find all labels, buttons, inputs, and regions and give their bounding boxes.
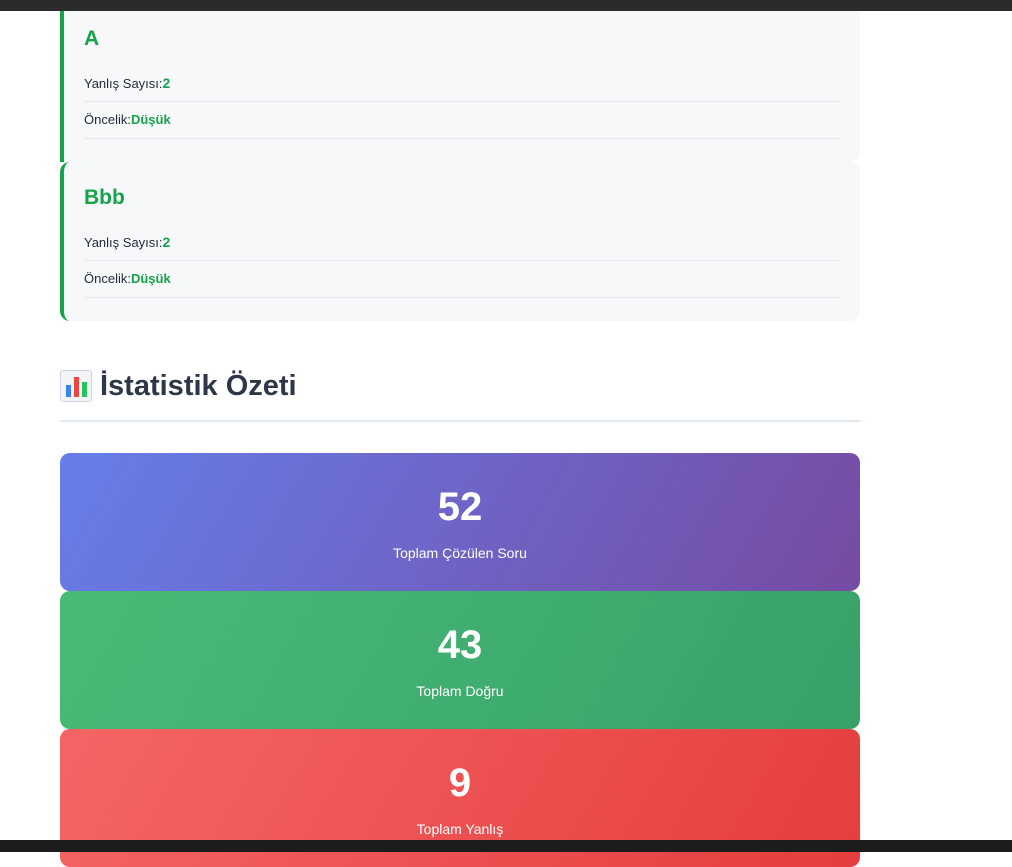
stat-label: Toplam Çözülen Soru (393, 545, 527, 561)
priority-row: Öncelik:Düşük (84, 261, 840, 298)
stat-card-total-solved: 52 Toplam Çözülen Soru (60, 453, 860, 591)
main-content: A Yanlış Sayısı:2 Öncelik:Düşük Bbb Yanl… (60, 11, 860, 867)
stat-value: 9 (448, 761, 472, 805)
priority-label: Öncelik: (84, 271, 131, 286)
bar-chart-icon (60, 370, 92, 402)
stat-label: Toplam Yanlış (416, 821, 504, 837)
priority-value: Düşük (130, 112, 171, 127)
wrong-count-label: Yanlış Sayısı: (84, 76, 163, 91)
stat-label: Toplam Doğru (416, 683, 504, 699)
topic-name: A (84, 27, 100, 50)
wrong-count-value: 2 (162, 234, 171, 250)
topic-card: Bbb Yanlış Sayısı:2 Öncelik:Düşük (60, 162, 860, 321)
priority-value: Düşük (130, 271, 171, 286)
wrong-count-row: Yanlış Sayısı:2 (84, 224, 840, 261)
wrong-count-row: Yanlış Sayısı:2 (84, 65, 840, 102)
priority-label: Öncelik: (84, 112, 131, 127)
stat-value: 43 (437, 623, 483, 667)
browser-bottom-bar (0, 840, 1012, 852)
browser-top-bar (0, 0, 1012, 11)
stats-title: İstatistik Özeti (100, 369, 297, 402)
topic-name: Bbb (84, 186, 125, 209)
topic-card: A Yanlış Sayısı:2 Öncelik:Düşük (60, 11, 860, 162)
stat-card-total-correct: 43 Toplam Doğru (60, 591, 860, 729)
stat-value: 52 (437, 485, 483, 529)
wrong-count-value: 2 (162, 75, 171, 91)
stats-heading: İstatistik Özeti (60, 360, 860, 422)
priority-row: Öncelik:Düşük (84, 102, 840, 139)
wrong-count-label: Yanlış Sayısı: (84, 235, 163, 250)
